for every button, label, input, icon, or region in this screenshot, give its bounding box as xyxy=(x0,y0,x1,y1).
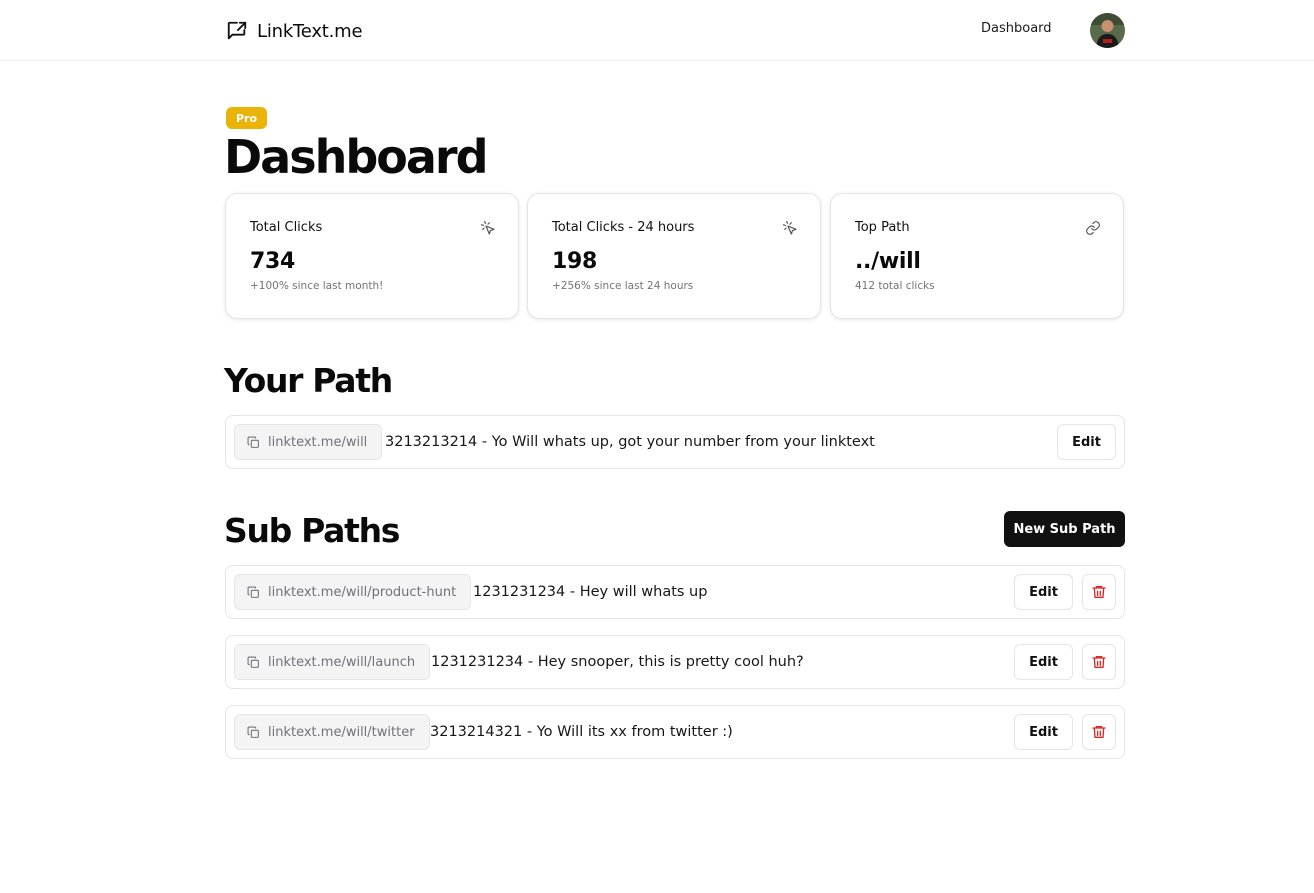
stat-subtext: 412 total clicks xyxy=(855,280,935,292)
stat-card-total-clicks: Total Clicks 734 +100% since last month! xyxy=(225,193,519,319)
copy-icon xyxy=(247,656,259,668)
path-url: linktext.me/will/product-hunt xyxy=(268,584,457,600)
sub-path-row: linktext.me/will/product-hunt 1231231234… xyxy=(225,565,1125,619)
edit-button[interactable]: Edit xyxy=(1057,424,1116,460)
path-url: linktext.me/will/twitter xyxy=(268,724,415,740)
copy-path-chip[interactable]: linktext.me/will/product-hunt xyxy=(234,574,472,610)
copy-icon xyxy=(247,436,259,448)
brand-logo[interactable]: LinkText.me xyxy=(226,18,363,44)
copy-icon xyxy=(247,586,259,598)
message-share-icon xyxy=(227,21,247,40)
top-navigation-bar: LinkText.me Dashboard xyxy=(0,0,1314,61)
stat-card-clicks-24h: Total Clicks - 24 hours 198 +256% since … xyxy=(527,193,821,319)
stat-subtext: +256% since last 24 hours xyxy=(552,280,694,292)
avatar-image xyxy=(1090,13,1125,48)
stat-card-top-path: Top Path ../will 412 total clicks xyxy=(830,193,1124,319)
pro-badge: Pro xyxy=(226,107,268,129)
sub-path-row: linktext.me/will/twitter 3213214321 - Yo… xyxy=(225,705,1125,759)
pointer-click-icon xyxy=(782,220,797,235)
nav-link-dashboard[interactable]: Dashboard xyxy=(981,21,1052,36)
path-message: 1231231234 - Hey snooper, this is pretty… xyxy=(431,654,804,670)
your-path-heading: Your Path xyxy=(224,361,393,400)
trash-icon xyxy=(1092,586,1106,598)
sub-path-row: linktext.me/will/launch 1231231234 - Hey… xyxy=(225,635,1125,689)
new-sub-path-button[interactable]: New Sub Path xyxy=(1004,511,1125,547)
delete-button[interactable] xyxy=(1082,574,1116,610)
stat-subtext: +100% since last month! xyxy=(250,280,384,292)
delete-button[interactable] xyxy=(1082,714,1116,750)
path-message: 3213214321 - Yo Will its xx from twitter… xyxy=(430,724,733,740)
edit-button[interactable]: Edit xyxy=(1014,644,1073,680)
path-url: linktext.me/will/launch xyxy=(268,654,416,670)
path-message: 1231231234 - Hey will whats up xyxy=(473,584,708,600)
user-avatar[interactable] xyxy=(1090,13,1125,48)
edit-button[interactable]: Edit xyxy=(1014,574,1073,610)
trash-icon xyxy=(1092,656,1106,668)
delete-button[interactable] xyxy=(1082,644,1116,680)
copy-icon xyxy=(247,726,259,738)
pointer-click-icon xyxy=(480,220,495,235)
stat-value: ../will xyxy=(855,249,921,274)
main-path-row: linktext.me/will 3213213214 - Yo Will wh… xyxy=(225,415,1125,469)
trash-icon xyxy=(1092,726,1106,738)
stat-value: 198 xyxy=(552,249,598,274)
path-url: linktext.me/will xyxy=(268,434,368,450)
stat-label: Total Clicks xyxy=(250,220,323,235)
sub-paths-heading: Sub Paths xyxy=(224,511,400,550)
brand-name: LinkText.me xyxy=(257,20,363,42)
path-message: 3213213214 - Yo Will whats up, got your … xyxy=(385,434,875,450)
copy-path-chip[interactable]: linktext.me/will/twitter xyxy=(234,714,430,750)
link-icon xyxy=(1086,221,1100,235)
stat-label: Top Path xyxy=(855,220,910,235)
stat-value: 734 xyxy=(250,249,296,274)
page-title: Dashboard xyxy=(224,130,489,184)
stat-label: Total Clicks - 24 hours xyxy=(552,220,695,235)
copy-path-chip[interactable]: linktext.me/will xyxy=(234,424,383,460)
edit-button[interactable]: Edit xyxy=(1014,714,1073,750)
copy-path-chip[interactable]: linktext.me/will/launch xyxy=(234,644,431,680)
